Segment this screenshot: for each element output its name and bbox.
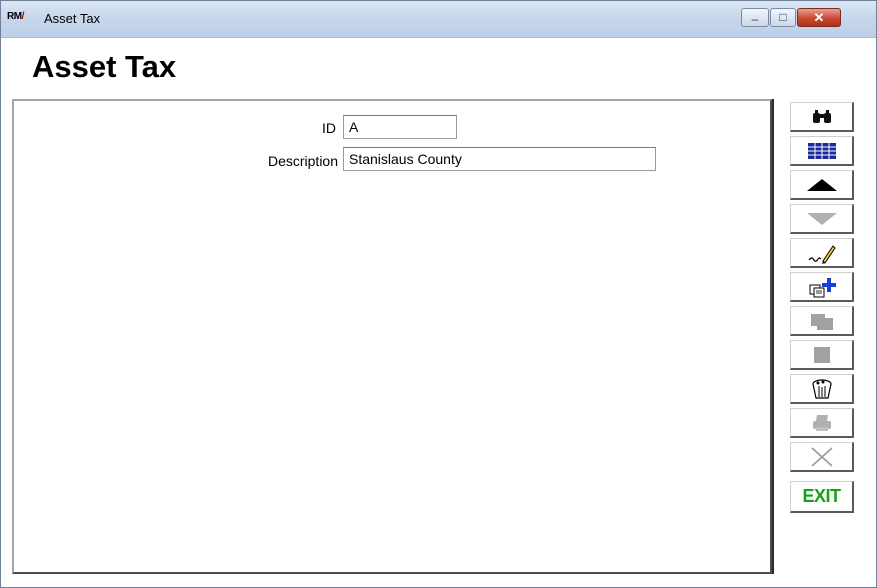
app-icon: RM/ [7, 11, 24, 22]
cancel-button[interactable] [790, 442, 854, 472]
description-label: Description [267, 153, 338, 169]
exit-icon: EXIT [791, 482, 852, 511]
copy-button[interactable] [790, 306, 854, 336]
window-title: Asset Tax [44, 11, 101, 26]
save-button[interactable] [790, 340, 854, 370]
minimize-button[interactable]: – [741, 8, 769, 27]
title-bar[interactable]: RM/ Asset Tax – □ ✕ [1, 1, 876, 38]
next-record-button[interactable] [790, 204, 854, 234]
binoculars-icon [791, 103, 852, 130]
delete-button[interactable] [790, 374, 854, 404]
delete-trash-icon [791, 375, 852, 402]
add-record-icon [791, 273, 852, 300]
close-icon: ✕ [813, 10, 825, 25]
maximize-button[interactable]: □ [770, 8, 796, 27]
close-button[interactable]: ✕ [797, 8, 841, 27]
description-field[interactable] [343, 147, 656, 171]
id-label: ID [322, 120, 336, 136]
previous-record-button[interactable] [790, 170, 854, 200]
find-button[interactable] [790, 102, 854, 132]
page-title: Asset Tax [32, 49, 177, 84]
id-field[interactable] [343, 115, 457, 139]
minimize-icon: – [751, 12, 759, 26]
panel-divider [772, 99, 774, 574]
exit-button[interactable]: EXIT [790, 481, 854, 513]
edit-button[interactable] [790, 238, 854, 268]
print-button[interactable] [790, 408, 854, 438]
arrow-up-icon [791, 171, 852, 198]
add-record-button[interactable] [790, 272, 854, 302]
save-icon [791, 341, 852, 368]
maximize-icon: □ [779, 10, 787, 24]
arrow-down-icon [791, 205, 852, 232]
print-icon [791, 409, 852, 436]
table-grid-icon [791, 137, 852, 164]
copy-icon [791, 307, 852, 334]
edit-pen-icon [791, 239, 852, 266]
grid-view-button[interactable] [790, 136, 854, 166]
cancel-x-icon [791, 443, 852, 470]
exit-label: EXIT [802, 486, 841, 506]
